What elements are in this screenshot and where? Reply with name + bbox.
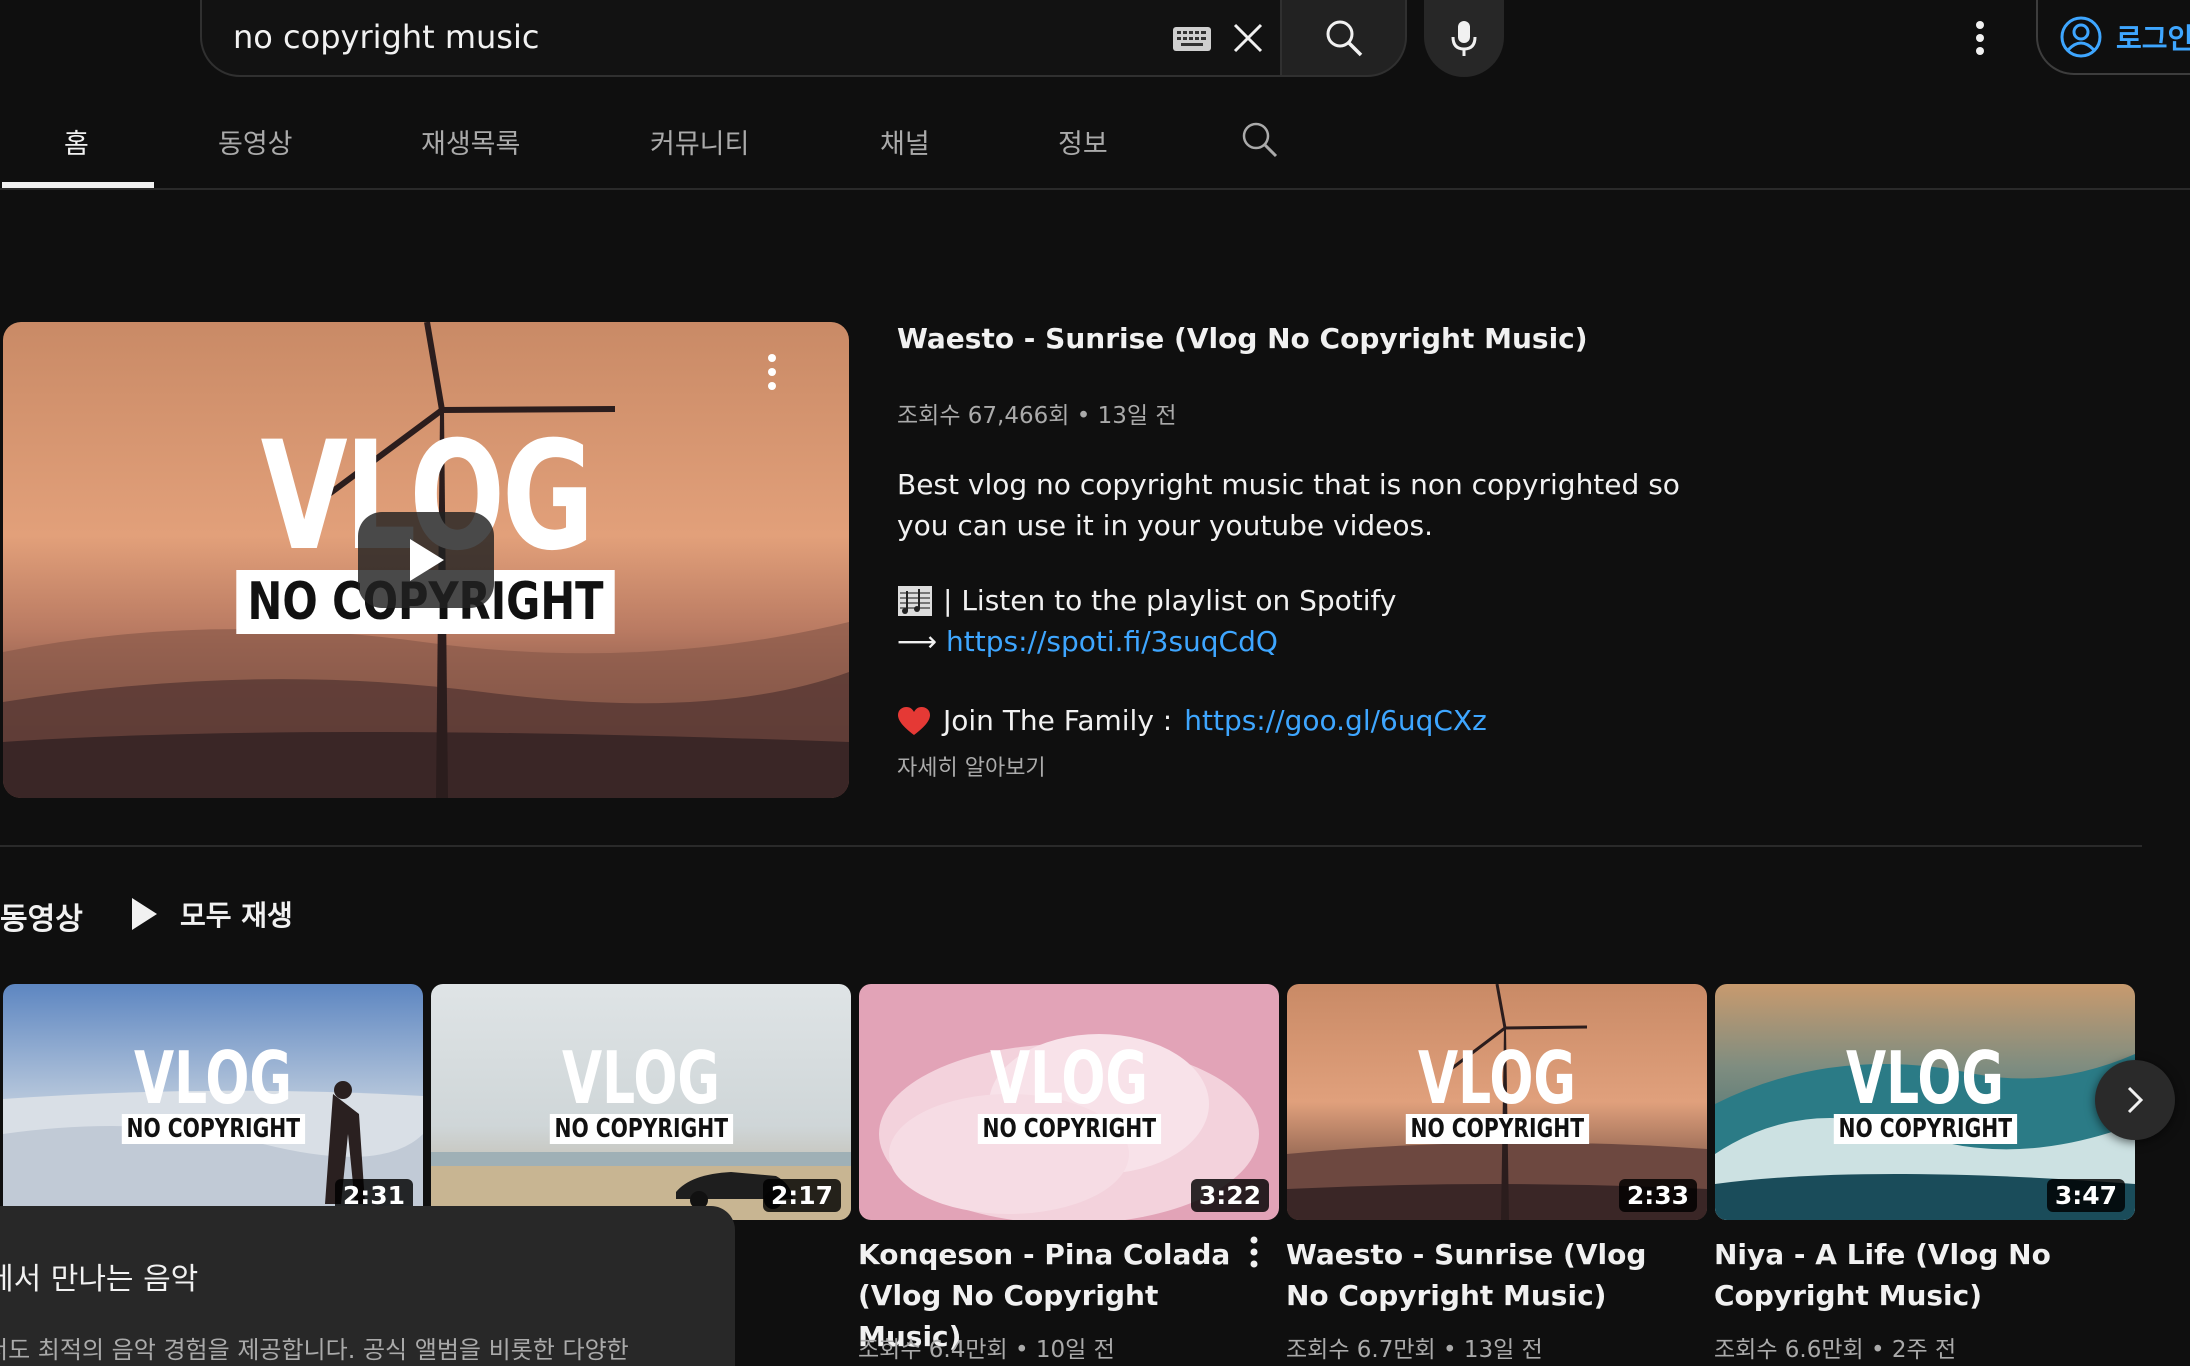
video-card-meta: 조회수 6.4만회 • 10일 전 (858, 1337, 1115, 1363)
thumbnail-vlog-text: VLOG (134, 1036, 292, 1120)
clear-search-icon[interactable] (1228, 18, 1268, 58)
tab-community[interactable]: 커뮤니티 (650, 122, 749, 161)
duration-badge: 3:22 (1190, 1179, 1269, 1212)
spotify-link[interactable]: https://spoti.fi/3suqCdQ (946, 625, 1278, 658)
tab-playlists[interactable]: 재생목록 (421, 122, 520, 161)
thumbnail-vlog-text: VLOG (1418, 1036, 1576, 1120)
thumbnail-no-copyright-text: NO COPYRIGHT (121, 1114, 305, 1144)
description-family-line: Join The Family : https://goo.gl/6uqCXz (897, 704, 1487, 737)
thumbnail-no-copyright-text: NO COPYRIGHT (1833, 1114, 2017, 1144)
video-card-thumbnail[interactable]: VLOG NO COPYRIGHT 2:33 (1287, 984, 1707, 1220)
login-label: 로그인 (2116, 21, 2190, 55)
thumbnail-vlog-text: VLOG (1846, 1036, 2004, 1120)
more-vert-icon (1976, 21, 1984, 55)
description-spotify-line: | Listen to the playlist on Spotify (897, 584, 1396, 617)
duration-badge: 2:33 (1618, 1179, 1697, 1212)
thumbnail-overlay: VLOG NO COPYRIGHT (1715, 1042, 2135, 1144)
search-input[interactable]: no copyright music (233, 18, 539, 56)
video-card-title[interactable]: Waesto - Sunrise (Vlog No Copyright Musi… (1286, 1234, 1666, 1316)
account-icon (2060, 16, 2102, 57)
play-button[interactable] (358, 512, 494, 608)
thumbnail-vlog-text: VLOG (562, 1036, 720, 1120)
featured-video-title[interactable]: Waesto - Sunrise (Vlog No Copyright Musi… (897, 322, 1588, 355)
more-vert-icon (768, 354, 776, 390)
video-card-title[interactable]: Niya - A Life (Vlog No Copyright Music) (1714, 1234, 2094, 1316)
heart-icon (898, 706, 930, 735)
description-line: Best vlog no copyright music that is non… (897, 468, 1680, 542)
family-link[interactable]: https://goo.gl/6uqCXz (1184, 704, 1487, 737)
video-card-more-menu[interactable] (1243, 1234, 1265, 1274)
tab-videos[interactable]: 동영상 (218, 122, 293, 161)
arrow-text: ⟶ (897, 625, 947, 658)
family-text: Join The Family : (943, 704, 1173, 737)
duration-badge: 3:47 (2046, 1179, 2125, 1212)
video-card-thumbnail[interactable]: VLOG NO COPYRIGHT 3:22 (859, 984, 1279, 1220)
promo-popup-title: 에서 만나는 음악 (0, 1262, 199, 1297)
featured-video-meta: 조회수 67,466회 • 13일 전 (897, 403, 1177, 429)
duration-badge: 2:17 (762, 1179, 841, 1212)
tab-home[interactable]: 홈 (64, 122, 89, 161)
microphone-icon (1451, 20, 1477, 56)
tab-channels[interactable]: 채널 (880, 122, 930, 161)
active-tab-indicator (2, 182, 154, 188)
thumbnail-no-copyright-text: NO COPYRIGHT (1405, 1114, 1589, 1144)
keyboard-icon[interactable] (1172, 26, 1212, 52)
play-all-label: 모두 재생 (180, 899, 293, 932)
more-options-button[interactable] (1960, 12, 2000, 64)
video-card-meta: 조회수 6.7만회 • 13일 전 (1286, 1337, 1543, 1363)
video-card-thumbnail[interactable]: VLOG NO COPYRIGHT 3:47 (1715, 984, 2135, 1220)
play-icon (410, 539, 444, 581)
search-icon (1326, 20, 1362, 56)
promo-popup: 에서 만나는 음악 서도 최적의 음악 경험을 제공합니다. 공식 앨범을 비롯… (0, 1206, 735, 1366)
play-all-button[interactable]: 모두 재생 (130, 894, 293, 934)
read-more-link[interactable]: 자세히 알아보기 (897, 750, 1046, 782)
featured-more-menu[interactable] (760, 350, 784, 394)
tab-about[interactable]: 정보 (1058, 122, 1108, 161)
description-spotify-link-line: ⟶ https://spoti.fi/3suqCdQ (897, 625, 1278, 658)
shelf-title[interactable]: 동영상 (0, 894, 83, 938)
login-button[interactable]: 로그인 (2036, 0, 2190, 75)
section-divider (0, 845, 2142, 847)
thumbnail-no-copyright-text: NO COPYRIGHT (549, 1114, 733, 1144)
thumbnail-vlog-text: VLOG (990, 1036, 1148, 1120)
shelf-next-button[interactable] (2095, 1060, 2175, 1140)
video-card-thumbnail[interactable]: VLOG NO COPYRIGHT 2:17 (431, 984, 851, 1220)
more-vert-icon (1250, 1236, 1258, 1268)
play-icon (132, 898, 157, 930)
thumbnail-no-copyright-text: NO COPYRIGHT (977, 1114, 1161, 1144)
promo-popup-body: 서도 최적의 음악 경험을 제공합니다. 공식 앨범을 비롯한 다양한 (0, 1336, 629, 1364)
channel-search-icon[interactable] (1240, 120, 1280, 160)
video-card-thumbnail[interactable]: VLOG NO COPYRIGHT 2:31 (3, 984, 423, 1220)
thumbnail-overlay: VLOG NO COPYRIGHT (3, 1042, 423, 1144)
voice-search-button[interactable] (1424, 0, 1504, 77)
channel-tab-bar: 홈 동영상 재생목록 커뮤니티 채널 정보 (0, 100, 2190, 190)
search-button[interactable] (1280, 0, 1407, 77)
description-spotify-text: | Listen to the playlist on Spotify (943, 584, 1397, 617)
video-card-meta: 조회수 6.6만회 • 2주 전 (1714, 1337, 1957, 1363)
thumbnail-overlay: VLOG NO COPYRIGHT (1287, 1042, 1707, 1144)
thumbnail-overlay: VLOG NO COPYRIGHT (431, 1042, 851, 1144)
thumbnail-overlay: VLOG NO COPYRIGHT (859, 1042, 1279, 1144)
music-score-icon (898, 585, 932, 616)
chevron-right-icon (2127, 1086, 2144, 1114)
